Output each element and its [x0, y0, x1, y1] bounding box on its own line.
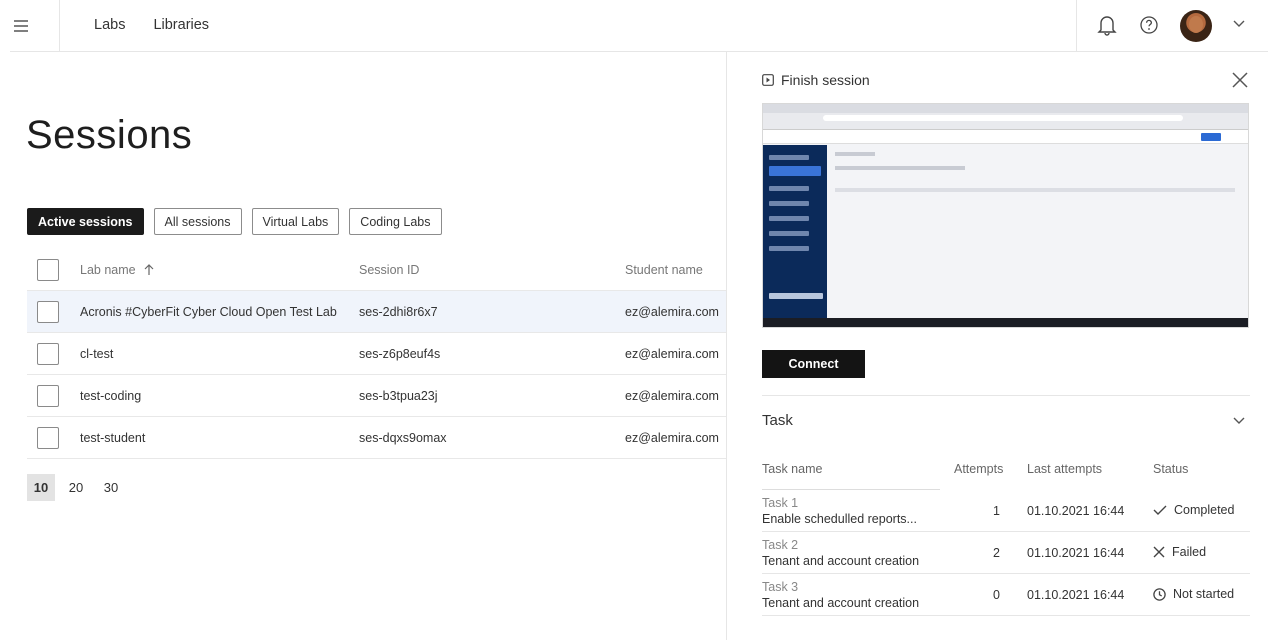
status-label: Completed: [1174, 503, 1235, 517]
task-description: Enable schedulled reports...: [762, 512, 917, 526]
column-student-name[interactable]: Student name: [625, 263, 703, 277]
task-last-attempt: 01.10.2021 16:44: [1027, 588, 1125, 602]
task-section-title: Task: [762, 412, 793, 429]
task-status: Not started: [1153, 587, 1234, 601]
page-size-30[interactable]: 30: [97, 474, 125, 501]
status-label: Not started: [1173, 587, 1235, 601]
table-row[interactable]: cl-test ses-z6p8euf4s ez@alemira.com: [27, 333, 726, 375]
task-description: Tenant and account creation: [762, 554, 920, 568]
table-row[interactable]: test-coding ses-b3tpua23j ez@alemira.com: [27, 375, 726, 417]
task-attempts: 2: [993, 546, 1000, 560]
preview-sidebar: [763, 145, 827, 321]
divider: [10, 51, 1268, 52]
preview-taskbar: [763, 318, 1248, 327]
lab-name-cell: Acronis #CyberFit Cyber Cloud Open Test …: [80, 304, 337, 319]
nav-labs[interactable]: Labs: [94, 17, 125, 33]
filter-all-sessions[interactable]: All sessions: [153, 208, 242, 235]
column-session-id[interactable]: Session ID: [359, 263, 419, 277]
session-preview-screenshot[interactable]: [762, 103, 1249, 328]
session-id-cell: ses-dqxs9omax: [359, 430, 447, 445]
student-cell: ez@alemira.com: [625, 388, 719, 403]
connect-button[interactable]: Connect: [762, 350, 865, 378]
status-label: Failed: [1172, 545, 1207, 559]
task-last-attempt: 01.10.2021 16:44: [1027, 504, 1125, 518]
column-last-attempts: Last attempts: [1027, 462, 1103, 476]
page-size-20[interactable]: 20: [62, 474, 90, 501]
task-row[interactable]: Task 3 Tenant and account creation 0 01.1…: [762, 574, 1250, 616]
avatar[interactable]: [1180, 10, 1212, 42]
page-size-selector: 10 20 30: [27, 474, 132, 501]
column-label: Lab name: [80, 262, 136, 277]
preview-browser-chrome: [763, 104, 1248, 130]
tasks-table: Task name Attempts Last attempts Status …: [762, 448, 1250, 616]
hamburger-icon: [14, 20, 28, 32]
task-name: Task 2: [762, 538, 799, 552]
x-icon: [1153, 546, 1165, 558]
close-icon[interactable]: [1231, 71, 1249, 89]
filter-virtual-labs[interactable]: Virtual Labs: [251, 208, 340, 235]
filter-coding-labs[interactable]: Coding Labs: [349, 208, 442, 235]
tasks-table-header: Task name Attempts Last attempts Status: [762, 448, 1250, 490]
table-row[interactable]: Acronis #CyberFit Cyber Cloud Open Test …: [27, 291, 726, 333]
task-name: Task 1: [762, 496, 799, 510]
row-checkbox[interactable]: [37, 426, 59, 449]
lab-name-cell: test-student: [80, 430, 146, 445]
lab-name-cell: cl-test: [80, 346, 114, 361]
divider: [59, 0, 60, 52]
divider: [1076, 0, 1077, 52]
page-size-10[interactable]: 10: [27, 474, 55, 501]
clock-icon: [1153, 587, 1166, 601]
row-checkbox[interactable]: [37, 384, 59, 407]
help-icon[interactable]: [1139, 15, 1159, 35]
select-all-checkbox[interactable]: [37, 258, 59, 281]
column-status: Status: [1153, 462, 1189, 476]
column-lab-name[interactable]: Lab name: [80, 263, 154, 277]
session-id-cell: ses-z6p8euf4s: [359, 346, 441, 361]
stop-icon: [762, 74, 774, 86]
page-title: Sessions: [26, 113, 193, 157]
nav-libraries[interactable]: Libraries: [153, 17, 209, 33]
table-row[interactable]: test-student ses-dqxs9omax ez@alemira.co…: [27, 417, 726, 459]
task-name: Task 3: [762, 580, 799, 594]
row-checkbox[interactable]: [37, 300, 59, 323]
student-cell: ez@alemira.com: [625, 430, 719, 445]
finish-session-label: Finish session: [781, 72, 870, 88]
sessions-table: Lab name Session ID Student name Acronis…: [27, 249, 726, 459]
task-row[interactable]: Task 2 Tenant and account creation 2 01.1…: [762, 532, 1250, 574]
task-description: Tenant and account creation: [762, 596, 920, 610]
top-bar: Labs Libraries: [0, 0, 1278, 52]
session-filters: Active sessions All sessions Virtual Lab…: [27, 208, 442, 235]
panel-divider: [726, 52, 727, 640]
table-header: Lab name Session ID Student name: [27, 249, 726, 291]
task-attempts: 1: [993, 504, 1000, 518]
sort-arrow-up-icon: [144, 263, 154, 275]
menu-button[interactable]: [14, 14, 56, 38]
lab-name-cell: test-coding: [80, 388, 142, 403]
main-nav: Labs Libraries: [94, 17, 209, 33]
student-cell: ez@alemira.com: [625, 346, 719, 361]
task-row[interactable]: Task 1 Enable schedulled reports... 1 01.…: [762, 490, 1250, 532]
session-id-cell: ses-2dhi8r6x7: [359, 304, 438, 319]
preview-app-bar: [763, 130, 1248, 144]
finish-session-button[interactable]: Finish session: [762, 72, 870, 88]
student-cell: ez@alemira.com: [625, 304, 719, 319]
divider: [762, 395, 1250, 396]
check-icon: [1153, 505, 1167, 515]
task-status: Completed: [1153, 503, 1234, 517]
filter-active-sessions[interactable]: Active sessions: [27, 208, 144, 235]
column-attempts: Attempts: [954, 462, 1004, 476]
column-task-name: Task name: [762, 462, 823, 476]
task-status: Failed: [1153, 545, 1206, 559]
chevron-down-icon[interactable]: [1233, 20, 1245, 28]
task-attempts: 0: [993, 588, 1000, 602]
session-id-cell: ses-b3tpua23j: [359, 388, 438, 403]
chevron-down-icon[interactable]: [1233, 417, 1245, 425]
row-checkbox[interactable]: [37, 342, 59, 365]
bell-icon[interactable]: [1097, 14, 1117, 36]
task-last-attempt: 01.10.2021 16:44: [1027, 546, 1125, 560]
